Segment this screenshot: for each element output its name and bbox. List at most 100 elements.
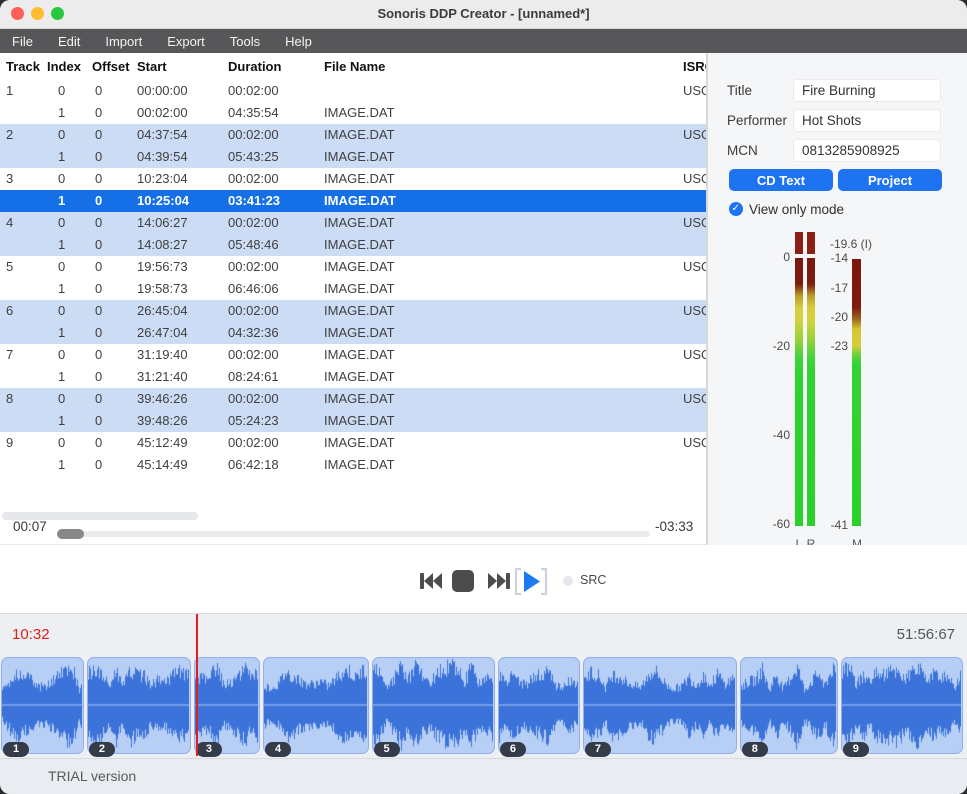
track-marker[interactable]: 2 [89,742,115,757]
col-track[interactable]: Track [6,53,40,80]
col-duration[interactable]: Duration [228,53,281,80]
cell-start: 39:46:26 [137,388,188,410]
track-marker[interactable]: 9 [843,742,869,757]
cell-duration: 03:41:23 [228,190,280,212]
table-row[interactable]: 1014:08:2705:48:46IMAGE.DAT [0,234,706,256]
cell-isrc: USQ [683,80,707,102]
cell-offset: 0 [95,234,102,256]
cell-duration: 00:02:00 [228,432,279,454]
cell-start: 00:02:00 [137,102,188,124]
waveform-canvas [88,658,189,752]
table-row[interactable]: 80039:46:2600:02:00IMAGE.DATUSQ [0,388,706,410]
track-marker[interactable]: 8 [742,742,768,757]
table-row[interactable]: 50019:56:7300:02:00IMAGE.DATUSQ [0,256,706,278]
table-row[interactable]: 1010:25:0403:41:23IMAGE.DAT [0,190,706,212]
meter-scale-label: -17 [808,281,848,295]
track-marker[interactable]: 6 [500,742,526,757]
cell-duration: 00:02:00 [228,300,279,322]
waveform-block[interactable] [263,657,369,754]
previous-track-button[interactable] [419,571,443,591]
table-row[interactable]: 10000:00:0000:02:00USQ [0,80,706,102]
track-marker[interactable]: 7 [585,742,611,757]
waveform-block[interactable] [194,657,260,754]
waveform-block[interactable] [1,657,84,754]
track-marker[interactable]: 4 [265,742,291,757]
mcn-field[interactable] [793,139,941,162]
mcn-label: MCN [727,139,758,162]
menu-tools[interactable]: Tools [230,34,260,49]
col-index[interactable]: Index [47,53,81,80]
table-row[interactable]: 90045:12:4900:02:00IMAGE.DATUSQ [0,432,706,454]
waveform-block[interactable] [740,657,838,754]
cell-start: 31:19:40 [137,344,188,366]
cell-index: 0 [58,168,65,190]
src-indicator-led[interactable] [563,576,573,586]
waveform-block[interactable] [841,657,963,754]
cell-file: IMAGE.DAT [324,102,395,124]
meter-scale-label: -20 [750,339,790,353]
menu-help[interactable]: Help [285,34,312,49]
status-text: TRIAL version [48,759,136,794]
menu-file[interactable]: File [12,34,33,49]
view-only-label: View only mode [749,202,844,217]
table-row[interactable]: 1000:02:0004:35:54IMAGE.DAT [0,102,706,124]
cell-start: 19:58:73 [137,278,188,300]
waveform-block[interactable] [372,657,495,754]
loudness-meter [852,259,861,526]
col-file-name[interactable]: File Name [324,53,385,80]
cell-start: 04:37:54 [137,124,188,146]
table-row[interactable]: 20004:37:5400:02:00IMAGE.DATUSQ [0,124,706,146]
view-only-checkbox[interactable] [729,202,743,216]
cell-start: 45:14:49 [137,454,188,476]
menu-import[interactable]: Import [105,34,142,49]
table-row[interactable]: 40014:06:2700:02:00IMAGE.DATUSQ [0,212,706,234]
waveform-canvas [195,658,258,752]
table-row[interactable]: 60026:45:0400:02:00IMAGE.DATUSQ [0,300,706,322]
table-row[interactable]: 1026:47:0404:32:36IMAGE.DAT [0,322,706,344]
waveform-block[interactable] [498,657,580,754]
table-row[interactable]: 70031:19:4000:02:00IMAGE.DATUSQ [0,344,706,366]
cell-index: 1 [58,410,65,432]
cell-duration: 04:32:36 [228,322,279,344]
col-offset[interactable]: Offset [92,53,130,80]
col-isrc[interactable]: ISRC [683,53,707,80]
track-marker[interactable]: 1 [3,742,29,757]
cell-file: IMAGE.DAT [324,190,396,212]
level-meter-left [795,258,803,526]
cell-duration: 04:35:54 [228,102,279,124]
play-icon [524,571,540,592]
play-button[interactable] [514,568,548,595]
stop-button[interactable] [452,570,474,592]
cd-text-button[interactable]: CD Text [729,169,833,191]
src-label[interactable]: SRC [580,573,606,587]
table-row[interactable]: 1019:58:7306:46:06IMAGE.DAT [0,278,706,300]
table-row[interactable]: 1039:48:2605:24:23IMAGE.DAT [0,410,706,432]
cell-file: IMAGE.DAT [324,300,395,322]
performer-field[interactable] [793,109,941,132]
cell-isrc: USQ [683,432,707,454]
track-marker[interactable]: 5 [374,742,400,757]
playhead-line[interactable] [196,614,198,756]
menu-export[interactable]: Export [167,34,205,49]
table-row[interactable]: 1004:39:5405:43:25IMAGE.DAT [0,146,706,168]
title-field[interactable] [793,79,941,102]
waveform-block[interactable] [583,657,737,754]
waveform-block[interactable] [87,657,191,754]
cell-duration: 05:48:46 [228,234,279,256]
table-row[interactable]: 1031:21:4008:24:61IMAGE.DAT [0,366,706,388]
seek-slider-track[interactable] [57,531,650,537]
cell-duration: 05:43:25 [228,146,279,168]
cell-offset: 0 [95,256,102,278]
table-row[interactable]: 30010:23:0400:02:00IMAGE.DATUSQ [0,168,706,190]
cell-track: 3 [6,168,13,190]
col-start[interactable]: Start [137,53,167,80]
menu-edit[interactable]: Edit [58,34,80,49]
project-button[interactable]: Project [838,169,942,191]
cell-duration: 00:02:00 [228,344,279,366]
track-marker[interactable]: 3 [196,742,222,757]
seek-slider-thumb[interactable] [57,529,84,539]
cell-offset: 0 [95,168,102,190]
cell-file: IMAGE.DAT [324,234,395,256]
table-row[interactable]: 1045:14:4906:42:18IMAGE.DAT [0,454,706,476]
next-track-button[interactable] [487,571,511,591]
